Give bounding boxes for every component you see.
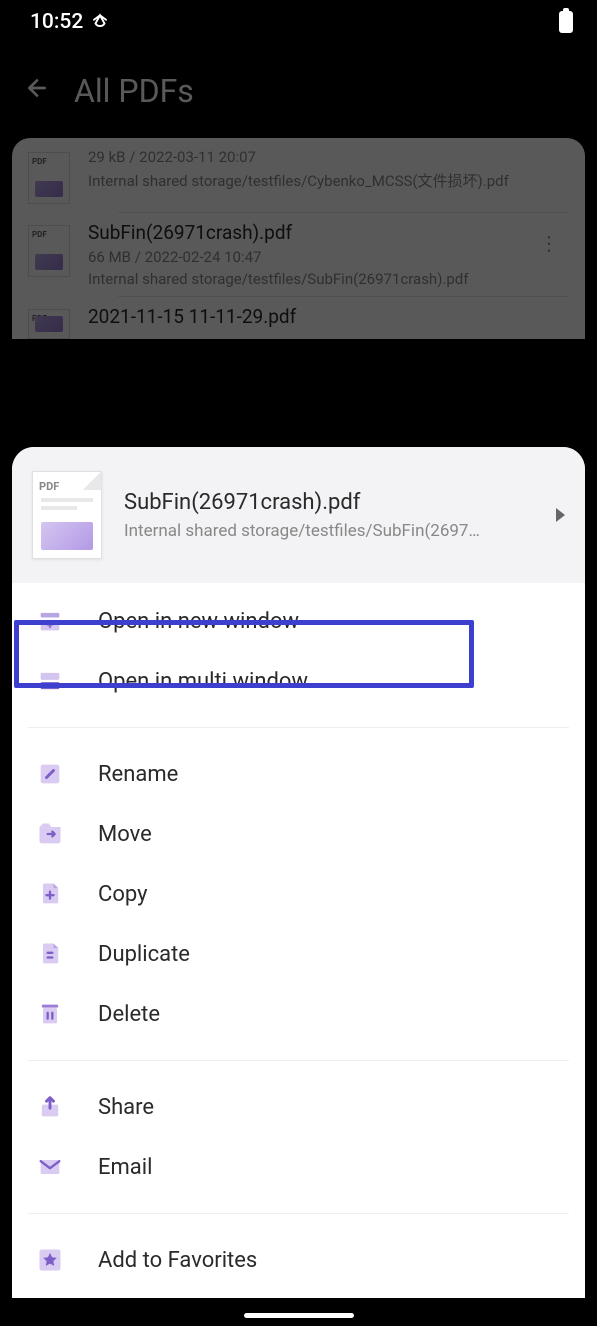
pdf-file-icon: [28, 309, 70, 339]
file-list-item[interactable]: 2021-11-15 11-11-29.pdf: [12, 297, 585, 339]
menu-move[interactable]: Move: [12, 804, 585, 864]
menu-duplicate[interactable]: Duplicate: [12, 924, 585, 984]
file-list-item[interactable]: 29 kB / 2022-03-11 20:07 Internal shared…: [12, 140, 585, 212]
menu-label: Email: [98, 1155, 152, 1180]
menu-open-new-window[interactable]: Open in new window: [12, 591, 585, 651]
menu-label: Add to Favorites: [98, 1248, 257, 1273]
file-meta: 29 kB / 2022-03-11 20:07: [88, 148, 569, 166]
sync-icon: [91, 13, 109, 31]
section-divider: [28, 727, 569, 728]
file-name: SubFin(26971crash).pdf: [88, 221, 511, 244]
bottom-sheet: PDF SubFin(26971crash).pdf Internal shar…: [12, 447, 585, 1298]
file-meta: 66 MB / 2022-02-24 10:47: [88, 248, 511, 266]
menu-open-multi-window[interactable]: Open in multi window: [12, 651, 585, 711]
chevron-right-icon: [556, 508, 565, 522]
status-bar: 10:52: [0, 0, 597, 44]
page-title: All PDFs: [74, 72, 194, 110]
email-icon: [36, 1153, 64, 1181]
share-icon: [36, 1093, 64, 1121]
menu-add-favorites[interactable]: Add to Favorites: [12, 1230, 585, 1290]
status-time: 10:52: [30, 10, 83, 34]
app-header: All PDFs: [0, 44, 597, 138]
menu-label: Share: [98, 1095, 154, 1120]
duplicate-icon: [36, 940, 64, 968]
nav-bar-bg: [0, 1298, 597, 1326]
pdf-file-icon: [28, 225, 70, 277]
rename-icon: [36, 760, 64, 788]
new-window-icon: [36, 607, 64, 635]
menu-share[interactable]: Share: [12, 1077, 585, 1137]
menu-label: Delete: [98, 1002, 160, 1027]
star-icon: [36, 1246, 64, 1274]
file-list: 29 kB / 2022-03-11 20:07 Internal shared…: [12, 138, 585, 339]
menu-label: Duplicate: [98, 942, 190, 967]
delete-icon: [36, 1000, 64, 1028]
file-name: 2021-11-15 11-11-29.pdf: [88, 305, 569, 328]
menu-label: Rename: [98, 762, 178, 787]
copy-icon: [36, 880, 64, 908]
section-divider: [28, 1213, 569, 1214]
file-path: Internal shared storage/testfiles/Cybenk…: [88, 170, 569, 191]
more-icon[interactable]: ⋮: [529, 221, 569, 265]
back-arrow-icon[interactable]: [24, 75, 50, 108]
menu-label: Open in new window: [98, 609, 299, 634]
multi-window-icon: [36, 667, 64, 695]
menu-label: Move: [98, 822, 152, 847]
menu-rename[interactable]: Rename: [12, 744, 585, 804]
move-icon: [36, 820, 64, 848]
nav-handle[interactable]: [244, 1313, 354, 1318]
menu-delete[interactable]: Delete: [12, 984, 585, 1044]
menu-label: Copy: [98, 882, 148, 907]
pdf-file-icon: PDF: [32, 471, 102, 559]
menu-email[interactable]: Email: [12, 1137, 585, 1197]
battery-icon: [559, 11, 573, 33]
menu-copy[interactable]: Copy: [12, 864, 585, 924]
sheet-subtitle: Internal shared storage/testfiles/SubFin…: [124, 521, 534, 541]
pdf-file-icon: [28, 152, 70, 204]
sheet-header[interactable]: PDF SubFin(26971crash).pdf Internal shar…: [12, 447, 585, 583]
section-divider: [28, 1060, 569, 1061]
file-list-item[interactable]: SubFin(26971crash).pdf 66 MB / 2022-02-2…: [12, 213, 585, 296]
file-path: Internal shared storage/testfiles/SubFin…: [88, 270, 511, 288]
sheet-title: SubFin(26971crash).pdf: [124, 490, 534, 515]
menu-label: Open in multi window: [98, 669, 308, 694]
